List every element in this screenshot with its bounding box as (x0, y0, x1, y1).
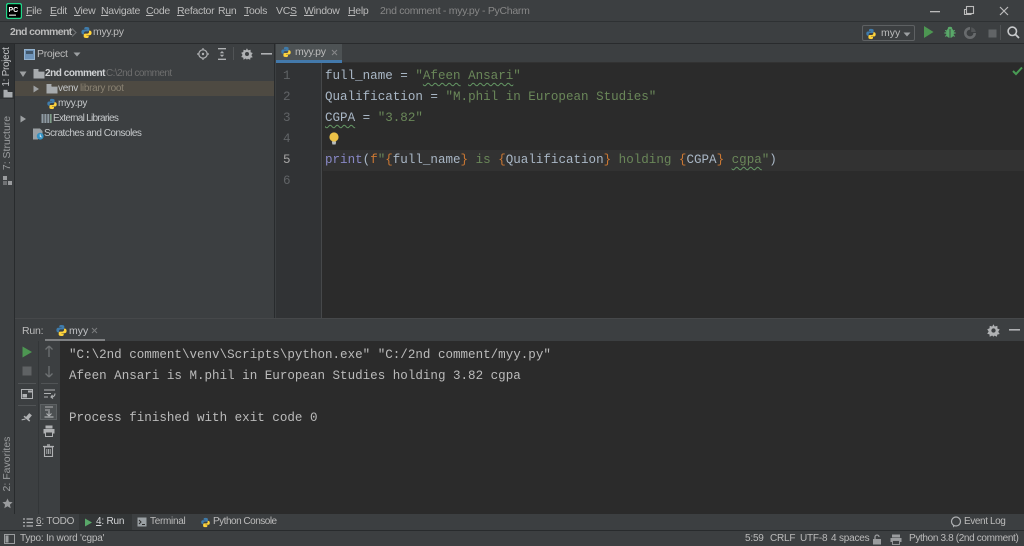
svg-text:PC: PC (9, 7, 19, 14)
